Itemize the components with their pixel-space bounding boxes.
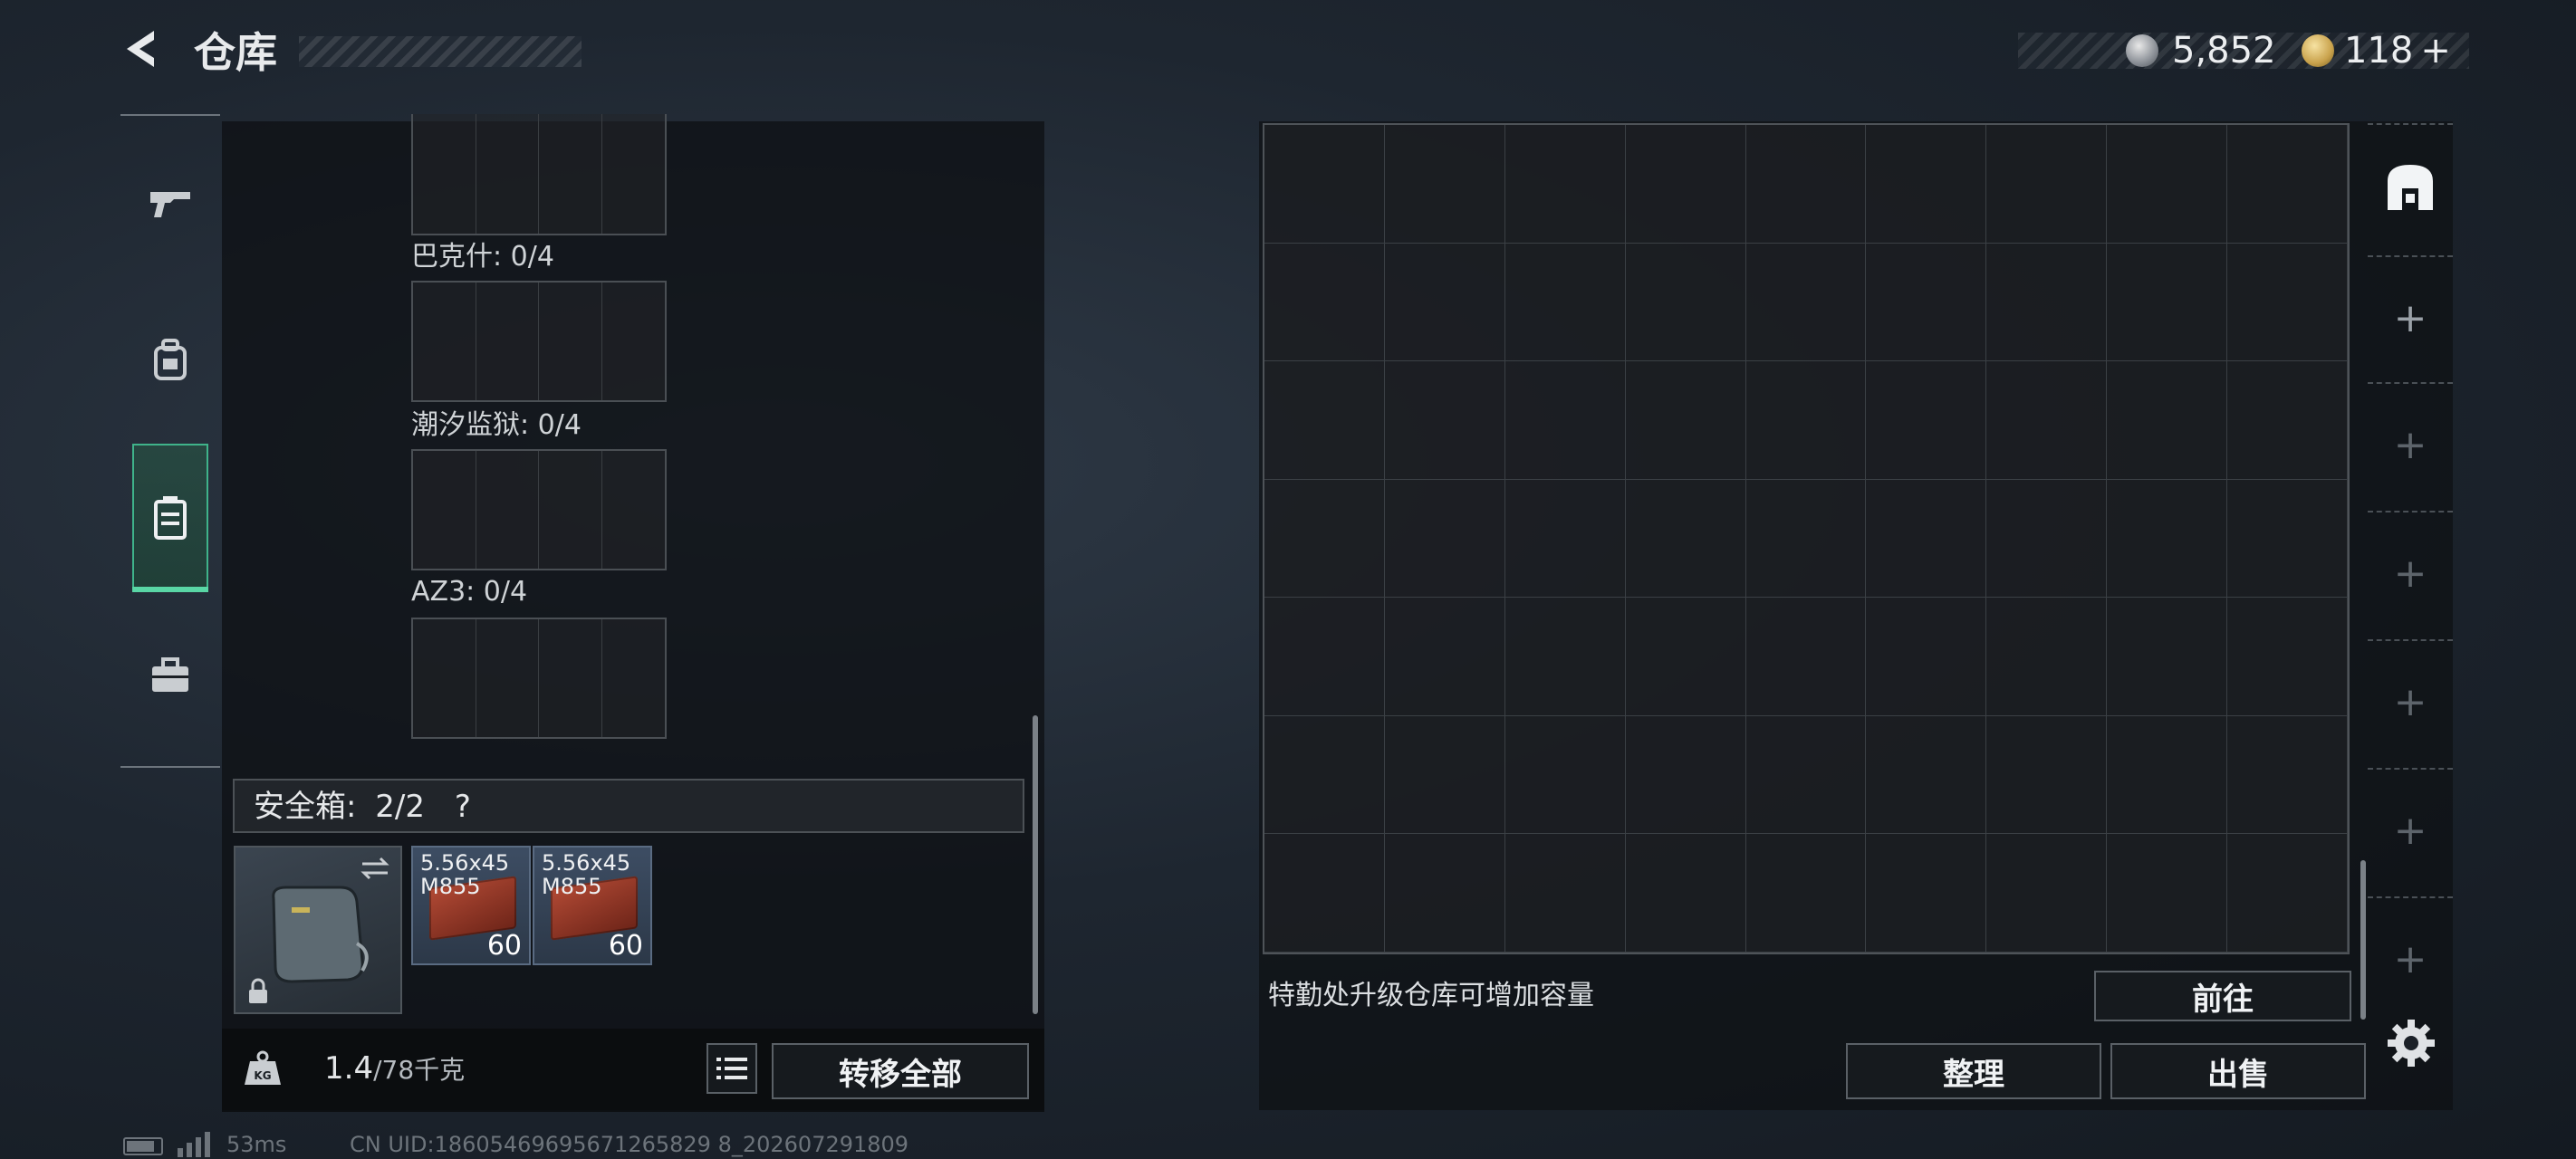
storage-case-icon bbox=[154, 496, 187, 540]
ping-value: 53ms bbox=[226, 1132, 287, 1157]
list-view-button[interactable] bbox=[706, 1043, 757, 1094]
nav-tools[interactable] bbox=[132, 637, 208, 714]
backpack-icon bbox=[154, 339, 187, 380]
safe-box-title: 安全箱: 2/2 ? bbox=[254, 786, 471, 828]
slot-grid[interactable] bbox=[411, 618, 667, 739]
storage-grid[interactable] bbox=[1263, 123, 2350, 954]
safe-case-image bbox=[272, 886, 369, 983]
nav-gear[interactable] bbox=[132, 322, 208, 398]
gold-currency-value[interactable]: 118 + bbox=[2344, 27, 2451, 74]
help-icon[interactable]: ? bbox=[455, 789, 471, 825]
add-storage-tab[interactable]: + bbox=[2368, 547, 2453, 601]
safe-case-item[interactable] bbox=[234, 846, 402, 1014]
storage-scrollbar[interactable] bbox=[2360, 860, 2366, 1020]
add-storage-tab[interactable]: + bbox=[2368, 804, 2453, 858]
page-title: 仓库 bbox=[194, 28, 277, 77]
slot-grid-top[interactable] bbox=[411, 114, 667, 235]
add-storage-tab[interactable]: + bbox=[2368, 933, 2453, 987]
nav-weapons[interactable] bbox=[132, 165, 208, 241]
silver-coin-icon bbox=[2126, 34, 2158, 67]
add-storage-tab[interactable]: + bbox=[2368, 418, 2453, 473]
gold-currency-amount: 118 bbox=[2344, 30, 2414, 72]
silver-currency-value: 5,852 bbox=[2172, 30, 2276, 72]
upgrade-hint: 特勤处升级仓库可增加容量 bbox=[1268, 980, 1594, 1011]
slot-label: 巴克什: 0/4 bbox=[411, 241, 554, 273]
weight-value: 1.4/78千克 bbox=[324, 1050, 465, 1087]
transfer-all-button[interactable]: 转移全部 bbox=[772, 1043, 1029, 1099]
slot-grid[interactable] bbox=[411, 281, 667, 402]
svg-text:KG: KG bbox=[254, 1069, 271, 1082]
nav-active-indicator bbox=[132, 587, 208, 592]
storage-tabs: + + + + + + bbox=[2368, 123, 2453, 1020]
goto-button[interactable]: 前往 bbox=[2094, 971, 2351, 1021]
battery-icon bbox=[123, 1137, 163, 1155]
item-name: 5.56x45 M855 bbox=[542, 850, 631, 899]
back-icon[interactable] bbox=[118, 25, 165, 72]
add-currency-button[interactable]: + bbox=[2420, 30, 2451, 72]
weight-icon: KG bbox=[245, 1050, 281, 1085]
list-icon bbox=[716, 1058, 747, 1079]
item-count: 60 bbox=[608, 930, 643, 962]
weight-max: /78千克 bbox=[373, 1055, 466, 1085]
item-count: 60 bbox=[486, 930, 522, 962]
swap-icon[interactable] bbox=[359, 857, 391, 880]
safe-box-item[interactable]: 5.56x45 M855 60 bbox=[533, 846, 652, 965]
signal-icon bbox=[178, 1132, 210, 1157]
safe-box-label: 安全箱: bbox=[254, 789, 357, 825]
uid-text: CN UID:18605469695671265829 8_2026072918… bbox=[350, 1132, 909, 1157]
title-stripe bbox=[299, 36, 582, 67]
settings-gear-icon[interactable] bbox=[2384, 1016, 2438, 1070]
slot-label: AZ3: 0/4 bbox=[411, 576, 528, 608]
weight-current: 1.4 bbox=[324, 1050, 374, 1087]
gun-icon bbox=[150, 192, 190, 217]
slot-label: 潮汐监狱: 0/4 bbox=[411, 409, 582, 441]
toolbox-icon bbox=[152, 657, 188, 692]
left-scrollbar[interactable] bbox=[1033, 715, 1038, 1014]
item-name: 5.56x45 M855 bbox=[420, 850, 510, 899]
safe-box-item[interactable]: 5.56x45 M855 60 bbox=[411, 846, 531, 965]
lock-icon bbox=[249, 978, 267, 1003]
add-storage-tab[interactable]: + bbox=[2368, 675, 2453, 730]
nav-storage[interactable] bbox=[132, 480, 208, 556]
safe-box-count: 2/2 bbox=[375, 789, 425, 825]
add-storage-tab[interactable]: + bbox=[2368, 292, 2453, 346]
gold-coin-icon bbox=[2302, 34, 2334, 67]
sort-button[interactable]: 整理 bbox=[1846, 1043, 2101, 1099]
sell-button[interactable]: 出售 bbox=[2110, 1043, 2366, 1099]
storage-tab-icon[interactable] bbox=[2384, 161, 2437, 214]
slot-grid[interactable] bbox=[411, 449, 667, 570]
